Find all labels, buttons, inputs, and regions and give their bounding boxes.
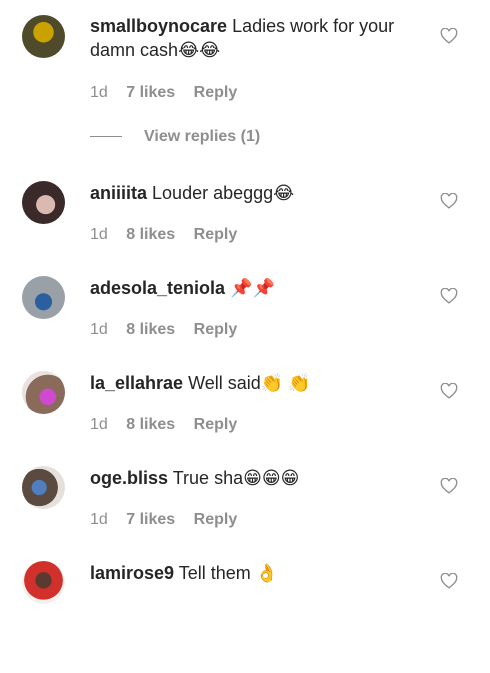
comment-emoji: 📌📌 (230, 278, 275, 298)
comment-body: True sha (172, 468, 244, 488)
reply-button[interactable]: Reply (194, 511, 238, 528)
comment-likes[interactable]: 8 likes (126, 226, 175, 243)
comment-text: aniiiita Louder abeggg😂 (90, 181, 410, 205)
comment-likes[interactable]: 7 likes (126, 511, 175, 528)
comment-text: lamirose9 Tell them 👌 (90, 561, 410, 585)
comment-time: 1d (90, 511, 108, 528)
comment-time: 1d (90, 321, 108, 338)
comment-username[interactable]: lamirose9 (90, 563, 174, 583)
comment-username[interactable]: aniiiita (90, 183, 147, 203)
comment-time: 1d (90, 84, 108, 101)
comment-meta: 1d 8 likes Reply (90, 416, 251, 434)
reply-button[interactable]: Reply (194, 416, 238, 433)
comment-text: smallboynocare Ladies work for your damn… (90, 14, 410, 62)
comment-likes[interactable]: 8 likes (126, 321, 175, 338)
comment-likes[interactable]: 8 likes (126, 416, 175, 433)
comment-meta: 1d 8 likes Reply (90, 321, 251, 339)
comment-emoji: 😂😂 (178, 40, 221, 60)
comment-text: oge.bliss True sha😁😁😁 (90, 466, 410, 490)
comment-emoji: 👌 (255, 563, 279, 583)
comment-emoji: 😂 (273, 183, 295, 203)
heart-icon[interactable] (440, 383, 458, 399)
reply-button[interactable]: Reply (194, 321, 238, 338)
comment-time: 1d (90, 416, 108, 433)
comment-body: Well said (188, 373, 261, 393)
comment-text: adesola_teniola 📌📌 (90, 276, 410, 300)
view-replies-label: View replies (1) (144, 128, 261, 145)
comment-body: Louder abeggg (152, 183, 274, 203)
comment-username[interactable]: adesola_teniola (90, 278, 225, 298)
heart-icon[interactable] (440, 193, 458, 209)
comment-body: Tell them (178, 563, 251, 583)
comment-emoji: 😁😁😁 (243, 468, 300, 488)
comment-username[interactable]: oge.bliss (90, 468, 168, 488)
divider (90, 136, 122, 138)
heart-icon[interactable] (440, 28, 458, 44)
avatar[interactable] (22, 15, 65, 58)
heart-icon[interactable] (440, 573, 458, 589)
heart-icon[interactable] (440, 288, 458, 304)
comment-likes[interactable]: 7 likes (126, 84, 175, 101)
reply-button[interactable]: Reply (194, 226, 238, 243)
avatar[interactable] (22, 371, 65, 414)
comment-text: la_ellahrae Well said👏 👏 (90, 371, 410, 395)
avatar[interactable] (22, 181, 65, 224)
avatar[interactable] (22, 276, 65, 319)
view-replies-button[interactable]: View replies (1) (90, 128, 260, 146)
heart-icon[interactable] (440, 478, 458, 494)
reply-button[interactable]: Reply (194, 84, 238, 101)
comment-meta: 1d 7 likes Reply (90, 84, 251, 102)
avatar[interactable] (22, 466, 65, 509)
comment-time: 1d (90, 226, 108, 243)
comment-username[interactable]: la_ellahrae (90, 373, 183, 393)
comment-meta: 1d 8 likes Reply (90, 226, 251, 244)
avatar[interactable] (22, 561, 65, 604)
comment-emoji: 👏 👏 (260, 373, 311, 393)
comment-meta: 1d 7 likes Reply (90, 511, 251, 529)
comment-username[interactable]: smallboynocare (90, 16, 227, 36)
